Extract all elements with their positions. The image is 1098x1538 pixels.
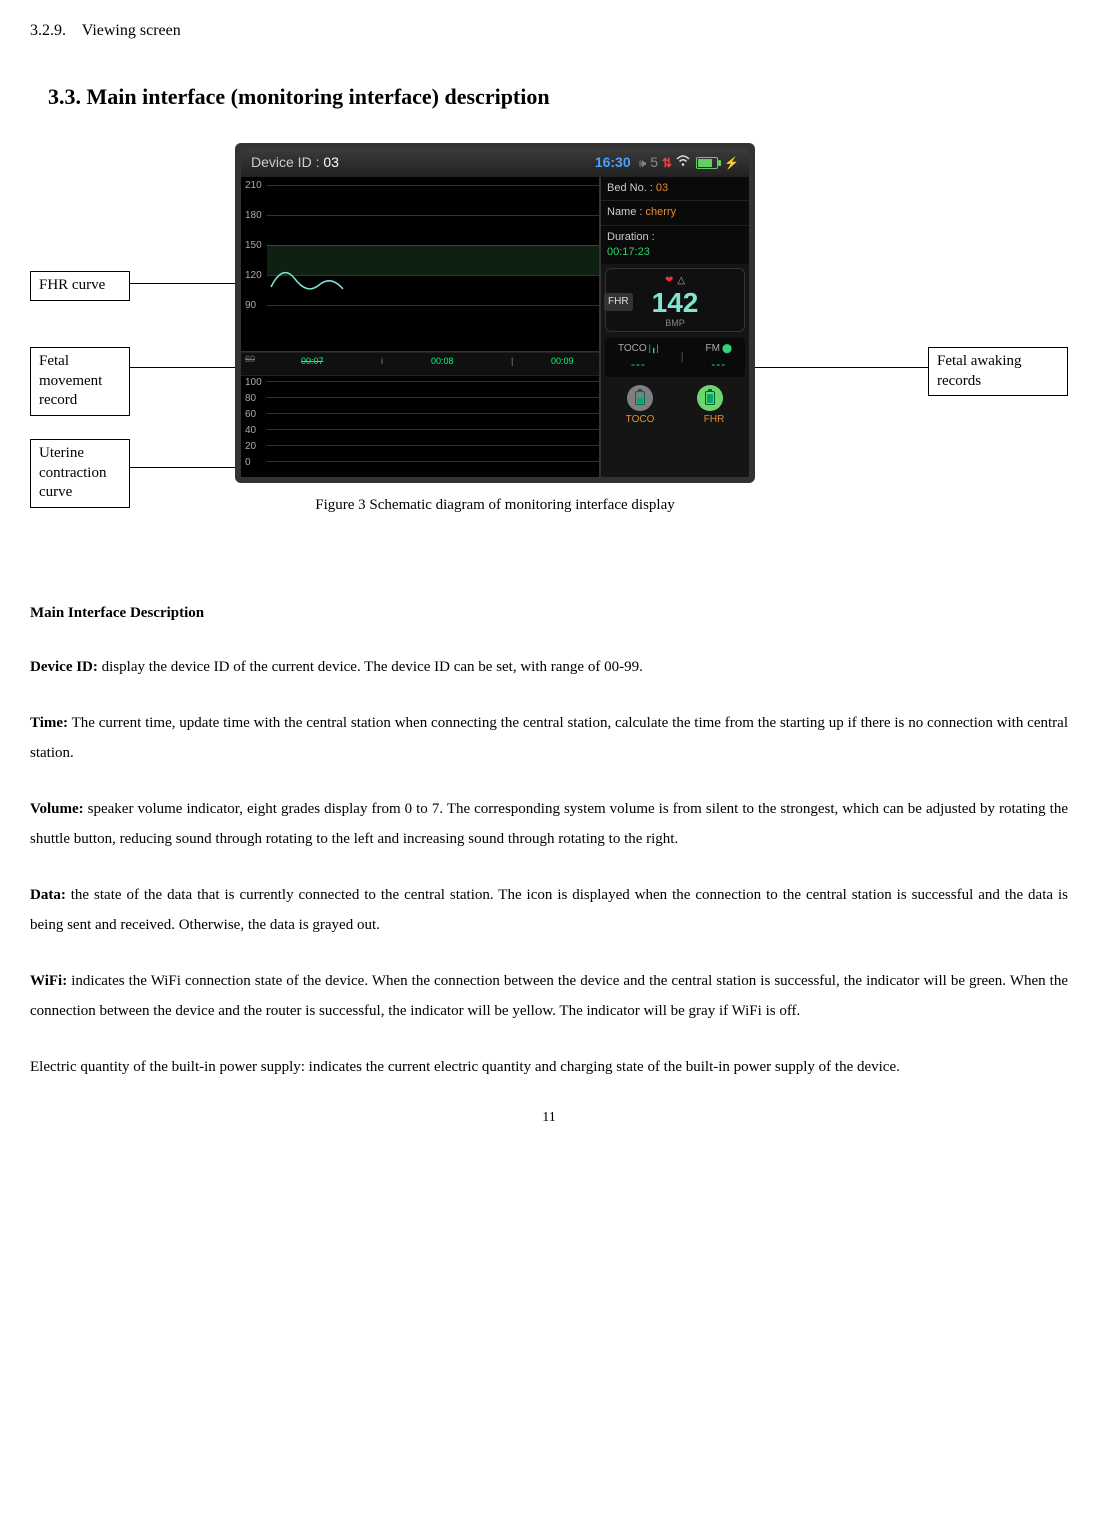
data-sync-icon: ⇅ bbox=[662, 155, 672, 172]
toco-value: --- bbox=[618, 356, 659, 373]
charging-icon: ⚡ bbox=[724, 155, 739, 172]
fm-label: FM bbox=[705, 343, 719, 354]
para-body: The current time, update time with the c… bbox=[30, 715, 1068, 761]
para-label: Device ID: bbox=[30, 659, 98, 675]
name-value: cherry bbox=[646, 206, 677, 218]
device-id-label: Device ID : 03 bbox=[251, 153, 339, 173]
strip-time: 00:07 bbox=[301, 355, 324, 368]
para-data: Data: the state of the data that is curr… bbox=[30, 880, 1068, 940]
toco-axis-label: 80 bbox=[245, 392, 256, 406]
page-title: 3.3. Main interface (monitoring interfac… bbox=[48, 82, 1068, 113]
toco-chart: 100 80 60 40 20 0 bbox=[241, 376, 599, 479]
section-name: Viewing screen bbox=[82, 22, 181, 39]
para-wifi: WiFi: indicates the WiFi connection stat… bbox=[30, 966, 1068, 1026]
duration-info: Duration : 00:17:23 bbox=[601, 226, 749, 265]
strip-axis-label: 60 bbox=[245, 353, 255, 366]
fhr-chart: 210 180 150 120 90 bbox=[241, 177, 599, 352]
device-screen: Device ID : 03 16:30 🕪5 ⇅ ⚡ 210 18 bbox=[235, 143, 755, 483]
para-body: the state of the data that is currently … bbox=[30, 887, 1068, 933]
volume-icon: 🕪 bbox=[639, 155, 647, 172]
device-side-panel: Bed No. : 03 Name : cherry Duration : 00… bbox=[601, 177, 749, 479]
fetal-movement-strip: 60 00:07 i 00:08 | 00:09 bbox=[241, 352, 599, 376]
probe-battery-row bbox=[601, 379, 749, 413]
strip-tick: | bbox=[511, 355, 513, 368]
toco-label: TOCO bbox=[618, 343, 647, 354]
toco-axis-label: 0 bbox=[245, 456, 251, 470]
bed-value: 03 bbox=[656, 182, 668, 194]
para-label: Volume: bbox=[30, 801, 84, 817]
wifi-icon bbox=[676, 155, 690, 172]
heart-icon: ❤ bbox=[665, 275, 673, 286]
fhr-battery-icon bbox=[697, 385, 723, 411]
bell-icon: △ bbox=[677, 275, 685, 286]
separator: | bbox=[681, 350, 684, 365]
fhr-waveform bbox=[271, 267, 361, 312]
toco-axis-label: 100 bbox=[245, 376, 262, 390]
toco-battery-icon bbox=[627, 385, 653, 411]
para-label: WiFi: bbox=[30, 973, 67, 989]
callout-fetal-movement: Fetal movement record bbox=[30, 347, 130, 416]
name-label: Name : bbox=[607, 206, 642, 218]
toco-sensor-icon: |╻| bbox=[649, 343, 659, 353]
para-volume: Volume: speaker volume indicator, eight … bbox=[30, 794, 1068, 854]
para-label: Time: bbox=[30, 715, 68, 731]
probe-battery-labels: TOCO FHR bbox=[601, 413, 749, 431]
device-statusbar: Device ID : 03 16:30 🕪5 ⇅ ⚡ bbox=[241, 149, 749, 177]
duration-value: 00:17:23 bbox=[607, 245, 743, 260]
para-body: Electric quantity of the built-in power … bbox=[30, 1059, 900, 1075]
fhr-tag: FHR bbox=[604, 293, 633, 311]
monitoring-diagram: FHR curve Fetal movement record Uterine … bbox=[30, 143, 1068, 563]
fhr-axis-label: 90 bbox=[245, 299, 256, 313]
name-info: Name : cherry bbox=[601, 201, 749, 225]
fhr-axis-label: 210 bbox=[245, 179, 262, 193]
para-label: Data: bbox=[30, 887, 66, 903]
fhr-battery-label: FHR bbox=[704, 413, 725, 427]
page-number: 11 bbox=[30, 1108, 1068, 1128]
toco-axis-label: 60 bbox=[245, 408, 256, 422]
fhr-axis-label: 120 bbox=[245, 269, 262, 283]
toco-battery-label: TOCO bbox=[626, 413, 655, 427]
duration-label: Duration : bbox=[607, 230, 743, 245]
fm-value: --- bbox=[705, 356, 732, 373]
toco-axis-label: 20 bbox=[245, 440, 256, 454]
bed-info: Bed No. : 03 bbox=[601, 177, 749, 201]
para-body: speaker volume indicator, eight grades d… bbox=[30, 801, 1068, 847]
strip-tick: i bbox=[381, 355, 383, 368]
callout-fetal-awaking: Fetal awaking records bbox=[928, 347, 1068, 396]
description-heading: Main Interface Description bbox=[30, 603, 1068, 624]
section-number: 3.2.9. bbox=[30, 22, 66, 39]
device-chart-area: 210 180 150 120 90 60 bbox=[241, 177, 601, 479]
toco-fm-panel: TOCO|╻| --- | FM⬤ --- bbox=[605, 338, 745, 377]
para-body: display the device ID of the current dev… bbox=[98, 659, 643, 675]
para-time: Time: The current time, update time with… bbox=[30, 708, 1068, 768]
strip-time: 00:08 bbox=[431, 355, 454, 368]
description-section: Main Interface Description Device ID: di… bbox=[30, 603, 1068, 1082]
fhr-unit: BMP bbox=[608, 317, 742, 330]
callout-fhr-curve: FHR curve bbox=[30, 271, 130, 301]
volume-level: 5 bbox=[650, 153, 658, 173]
bed-label: Bed No. : bbox=[607, 182, 653, 194]
device-id-value: 03 bbox=[323, 154, 339, 170]
device-id-text: Device ID : bbox=[251, 154, 319, 170]
para-battery: Electric quantity of the built-in power … bbox=[30, 1052, 1068, 1082]
strip-time: 00:09 bbox=[551, 355, 574, 368]
fhr-axis-label: 180 bbox=[245, 209, 262, 223]
callout-uterine-curve: Uterine contraction curve bbox=[30, 439, 130, 508]
battery-icon bbox=[696, 157, 718, 169]
fhr-axis-label: 150 bbox=[245, 239, 262, 253]
fhr-value-panel: FHR ❤△ 142 BMP bbox=[605, 268, 745, 332]
toco-axis-label: 40 bbox=[245, 424, 256, 438]
section-header: 3.2.9. Viewing screen bbox=[30, 20, 1068, 42]
para-body: indicates the WiFi connection state of t… bbox=[30, 973, 1068, 1019]
fm-indicator-icon: ⬤ bbox=[722, 343, 732, 353]
figure-caption: Figure 3 Schematic diagram of monitoring… bbox=[235, 495, 755, 516]
para-device-id: Device ID: display the device ID of the … bbox=[30, 652, 1068, 682]
clock-time: 16:30 bbox=[595, 153, 631, 173]
